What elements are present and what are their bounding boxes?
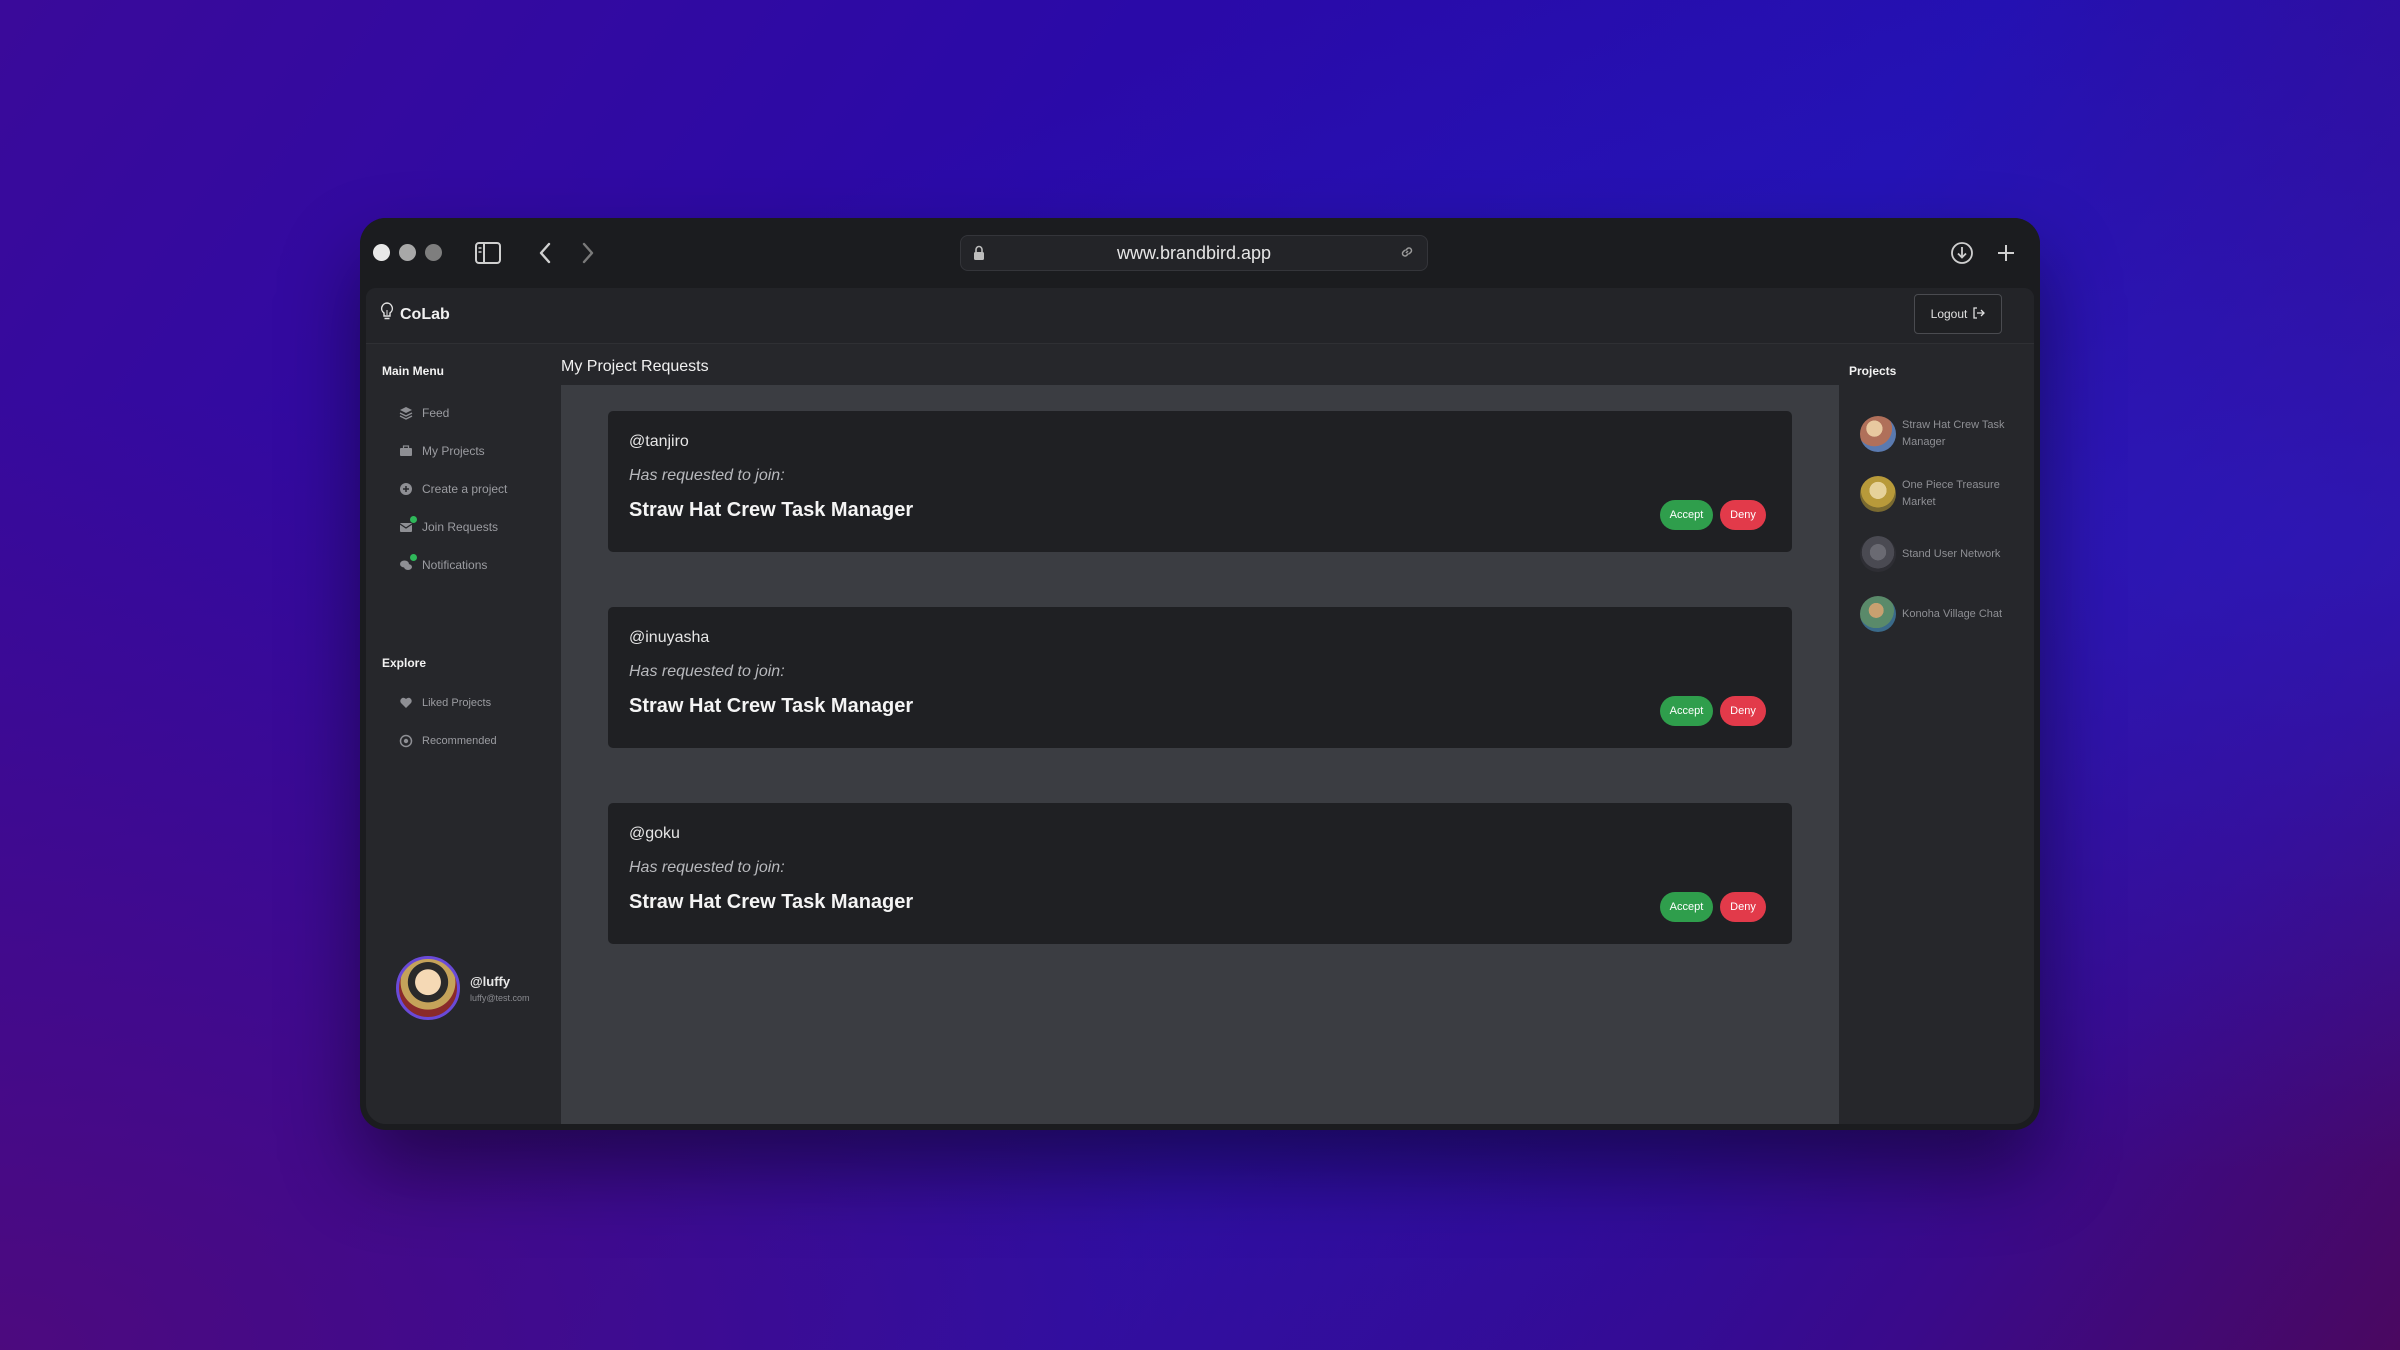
sidebar-toggle-icon[interactable]: [473, 238, 503, 268]
request-subtitle: Has requested to join:: [629, 467, 785, 484]
sidebar-item-recommended[interactable]: Recommended: [398, 730, 497, 752]
sidebar-item-label: Join Requests: [422, 520, 499, 534]
requester-handle[interactable]: @goku: [629, 825, 680, 843]
new-tab-plus-icon[interactable]: [1991, 238, 2021, 268]
request-subtitle: Has requested to join:: [629, 859, 785, 876]
user-email: luffy@test.com: [470, 992, 530, 1003]
project-item[interactable]: Stand User Network: [1860, 536, 2014, 572]
project-avatar: [1860, 596, 1896, 632]
left-sidebar: Main Menu Feed My Projects Create a proj…: [366, 344, 556, 1124]
heart-icon: [398, 695, 414, 711]
sidebar-item-create-project[interactable]: Create a project: [398, 478, 507, 500]
sidebar-item-label: Notifications: [422, 558, 488, 572]
chat-bubbles-icon: [398, 554, 417, 573]
project-label: Stand User Network: [1902, 547, 2001, 560]
project-avatar: [1860, 416, 1896, 452]
project-item[interactable]: Straw Hat Crew Task Manager: [1860, 416, 2014, 452]
request-card: @goku Has requested to join: Straw Hat C…: [608, 803, 1792, 944]
accept-button[interactable]: Accept: [1660, 892, 1713, 922]
browser-toolbar: www.brandbird.app: [360, 218, 2040, 288]
sidebar-item-label: Recommended: [422, 735, 497, 747]
project-label: Straw Hat Crew Task Manager: [1902, 419, 2005, 448]
requested-project: Straw Hat Crew Task Manager: [629, 695, 914, 717]
avatar: [396, 956, 460, 1020]
brand-logo[interactable]: CoLab: [380, 302, 450, 327]
request-card: @tanjiro Has requested to join: Straw Ha…: [608, 411, 1792, 552]
briefcase-icon: [398, 443, 414, 459]
deny-button[interactable]: Deny: [1720, 696, 1766, 726]
browser-window: www.brandbird.app CoLab Logout Main Menu…: [360, 218, 2040, 1130]
accept-button[interactable]: Accept: [1660, 696, 1713, 726]
request-card: @inuyasha Has requested to join: Straw H…: [608, 607, 1792, 748]
deny-button[interactable]: Deny: [1720, 500, 1766, 530]
user-profile[interactable]: @luffy luffy@test.com: [396, 956, 530, 1020]
brand-name: CoLab: [400, 305, 450, 323]
sidebar-item-label: Feed: [422, 406, 450, 420]
lock-icon: [973, 245, 985, 266]
sidebar-item-label: Create a project: [422, 482, 508, 496]
sidebar-item-label: My Projects: [422, 444, 485, 458]
lightbulb-icon: [380, 302, 394, 327]
plus-circle-icon: [398, 481, 414, 497]
request-subtitle: Has requested to join:: [629, 663, 785, 680]
project-avatar: [1860, 476, 1896, 512]
sidebar-item-notifications[interactable]: Notifications: [398, 554, 487, 576]
page-title: My Project Requests: [561, 358, 709, 375]
app-header: CoLab Logout: [366, 288, 2034, 344]
requested-project: Straw Hat Crew Task Manager: [629, 499, 914, 521]
sidebar-item-feed[interactable]: Feed: [398, 402, 449, 424]
download-icon[interactable]: [1947, 238, 1977, 268]
project-avatar: [1860, 536, 1896, 572]
target-icon: [398, 733, 414, 749]
address-bar[interactable]: www.brandbird.app: [960, 235, 1428, 271]
back-arrow-icon[interactable]: [530, 238, 560, 268]
requests-panel: @tanjiro Has requested to join: Straw Ha…: [561, 385, 1839, 1124]
link-icon[interactable]: [1399, 244, 1415, 265]
minimize-window-button[interactable]: [399, 244, 416, 261]
project-item[interactable]: Konoha Village Chat: [1860, 596, 2014, 632]
maximize-window-button[interactable]: [425, 244, 442, 261]
sidebar-item-label: Liked Projects: [422, 697, 492, 709]
requester-handle[interactable]: @tanjiro: [629, 433, 689, 451]
project-item[interactable]: One Piece Treasure Market: [1860, 476, 2014, 512]
envelope-icon: [398, 516, 417, 535]
project-label: Konoha Village Chat: [1902, 607, 2003, 620]
explore-heading: Explore: [382, 656, 427, 670]
logout-label: Logout: [1930, 307, 1968, 321]
notification-dot: [410, 554, 417, 561]
sidebar-item-my-projects[interactable]: My Projects: [398, 440, 485, 462]
deny-button[interactable]: Deny: [1720, 892, 1766, 922]
requester-handle[interactable]: @inuyasha: [629, 629, 709, 647]
main-menu-heading: Main Menu: [382, 364, 444, 378]
user-handle: @luffy: [470, 973, 511, 989]
close-window-button[interactable]: [373, 244, 390, 261]
url-text: www.brandbird.app: [1116, 242, 1272, 263]
forward-arrow-icon[interactable]: [573, 238, 603, 268]
layers-icon: [398, 405, 414, 421]
projects-heading: Projects: [1849, 364, 1897, 378]
sidebar-item-liked-projects[interactable]: Liked Projects: [398, 692, 491, 714]
sidebar-item-join-requests[interactable]: Join Requests: [398, 516, 498, 538]
requested-project: Straw Hat Crew Task Manager: [629, 891, 914, 913]
logout-icon: [1972, 306, 1986, 322]
projects-sidebar: Projects Straw Hat Crew Task Manager One…: [1839, 344, 2034, 1124]
project-label: One Piece Treasure Market: [1902, 479, 2000, 508]
notification-dot: [410, 516, 417, 523]
app-container: CoLab Logout Main Menu Feed My Projects …: [366, 288, 2034, 1124]
accept-button[interactable]: Accept: [1660, 500, 1713, 530]
logout-button[interactable]: Logout: [1914, 294, 2002, 334]
